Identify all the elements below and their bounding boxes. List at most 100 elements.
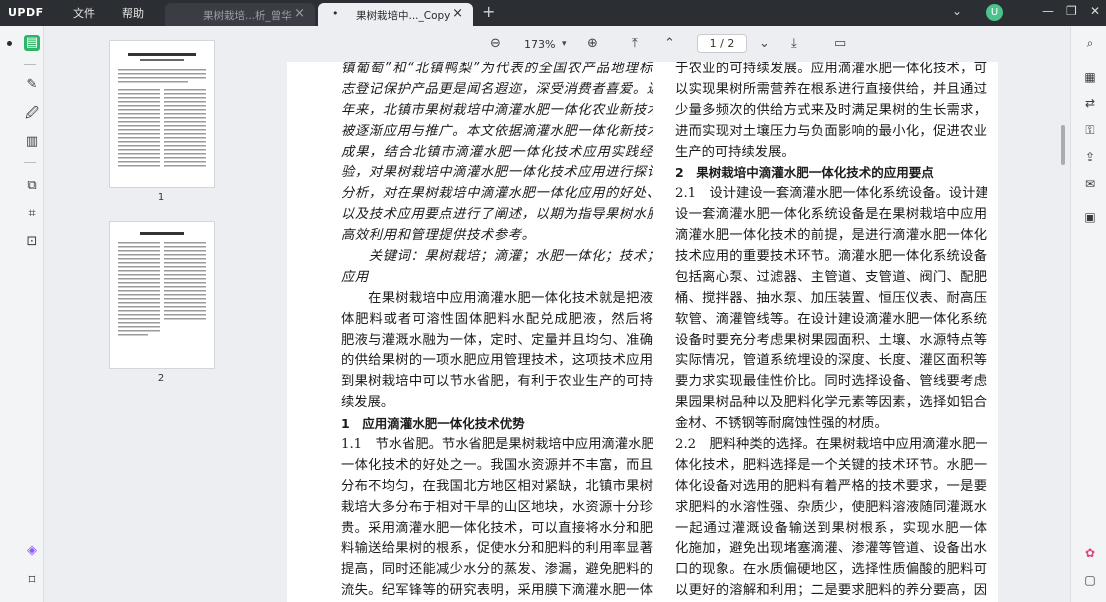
thumbnail-page-2-preview	[118, 232, 206, 336]
tab-label: 果树栽培中..._Copy	[356, 10, 451, 22]
new-tab-plus-icon[interactable]: +	[482, 2, 495, 21]
text-line: 分布不均匀，在我国北方地区相对紧缺，北镇市果树	[341, 478, 653, 494]
thumbnail-page-2[interactable]	[110, 222, 214, 368]
text-line: 贵。采用滴灌水肥一体化技术，可以直接将水分和肥	[341, 520, 653, 536]
text-line: 以实现果树所需营养在根系进行直接供给，并且通过	[675, 81, 987, 97]
title-bar: UPDF 文件 帮助 果树栽培...析_曾华 × • 果树栽培中..._Copy…	[0, 0, 1106, 26]
text-line: 以及技术应用要点进行了阐述，以期为指导果树水肥	[341, 207, 653, 223]
text-line: 2.1 设计建设一套滴灌水肥一体化系统设备。设计建	[675, 186, 987, 202]
text-line: 体肥料或者可溶性固体肥料水配兑成肥液，然后将	[341, 311, 653, 327]
page-number-input[interactable]: 1 / 2	[697, 34, 747, 53]
text-line: 软管、滴灌管线等。在设计建设滴灌水肥一体化系统	[675, 311, 987, 327]
minimize-icon[interactable]: —	[1042, 4, 1054, 18]
chat-icon[interactable]: ▢	[1083, 573, 1097, 587]
text-line: 技术应用的重要技术环节。滴灌水肥一体化系统设备	[675, 249, 987, 265]
text-line: 一体化技术的好处之一。我国水资源并不丰富，而且	[341, 457, 653, 473]
crop-icon[interactable]: ⌗	[24, 206, 40, 222]
bookmark-icon[interactable]: ⌑	[24, 573, 40, 589]
zoom-dropdown-icon[interactable]: ▾	[562, 39, 567, 49]
reader-icon[interactable]: ▤	[24, 35, 40, 51]
text-line: 果园果树品种以及肥料化学元素等因素，选择如铝合	[675, 395, 987, 411]
text-line: 镇葡萄”和“北镇鸭梨”为代表的全国农产品地理标	[341, 62, 653, 76]
restore-icon[interactable]: ❐	[1066, 4, 1077, 18]
text-line: 的供给果树的一项水肥应用管理技术，这项技术应用	[341, 353, 653, 369]
zoom-out-icon[interactable]: ⊖	[490, 36, 501, 51]
presentation-icon[interactable]: ▭	[834, 36, 846, 51]
text-line: 流失。纪军锋等的研究表明，采用膜下滴灌水肥一体	[341, 583, 653, 599]
search-icon[interactable]: ⌕	[1083, 36, 1097, 50]
text-line: 关键词：果树栽培；滴灌；水肥一体化；技术；	[341, 249, 653, 265]
ocr-icon[interactable]: ▦	[1083, 70, 1097, 84]
document-page: 镇葡萄”和“北镇鸭梨”为代表的全国农产品地理标 志登记保护产品更是闻名遐迩，深受消…	[287, 62, 998, 602]
last-page-icon[interactable]: ⤓	[791, 36, 797, 51]
text-line: 到果树栽培中可以节水省肥，有利于农业生产的可持	[341, 374, 653, 390]
text-line: 以更好的溶解和利用；二是要求肥料的养分要高，因	[675, 583, 987, 599]
text-line: 料输送给果树的根系，促使水分和肥料的利用率显著	[341, 541, 653, 557]
text-line: 设一套滴灌水肥一体化系统设备是在果树栽培中应用	[675, 207, 987, 223]
edit-pdf-icon[interactable]: 🖉	[24, 106, 40, 122]
app-logo[interactable]: UPDF	[8, 6, 44, 19]
text-line: 栽培大多分布于相对干旱的山区地块，水资源十分珍	[341, 499, 653, 515]
previous-page-icon[interactable]: ⌃	[664, 36, 675, 51]
share-icon[interactable]: ⇪	[1083, 150, 1097, 164]
logo-text: UPDF	[8, 6, 44, 19]
panel-indicator-icon	[7, 41, 12, 46]
section-heading: 2 果树栽培中滴灌水肥一体化技术的应用要点	[675, 165, 934, 181]
thumbnail-label: 1	[157, 192, 165, 203]
ai-assistant-icon[interactable]: ◈	[24, 543, 40, 559]
next-page-icon[interactable]: ⌄	[759, 36, 770, 51]
text-line: 体化技术，肥料选择是一个关键的技术环节。水肥一	[675, 457, 987, 473]
text-line: 续发展。	[341, 395, 395, 411]
text-line: 成果，结合北镇市滴灌水肥一体化技术应用实践经	[341, 144, 653, 160]
left-text-column: 镇葡萄”和“北镇鸭梨”为代表的全国农产品地理标 志登记保护产品更是闻名遐迩，深受消…	[341, 62, 653, 602]
text-line: 体化设备对选用的肥料有着严格的技术要求，一是要	[675, 478, 987, 494]
text-line: 实际情况，管道系统埋设的深度、长度、灌区面积等	[675, 353, 987, 369]
tools-icon[interactable]: ⊡	[24, 234, 40, 250]
text-line: 高效利用和管理提供技术参考。	[341, 228, 536, 244]
first-page-icon[interactable]: ⤒	[632, 36, 638, 51]
text-line: 1.1 节水省肥。节水省肥是果树栽培中应用滴灌水肥	[341, 437, 653, 453]
text-line: 桶、搅拌器、抽水泵、加压装置、恒压仪表、耐高压	[675, 290, 987, 306]
right-text-column: 于农业的可持续发展。应用滴灌水肥一体化技术，可 以实现果树所需营养在根系进行直接供…	[675, 62, 987, 602]
apps-icon[interactable]: ✿	[1083, 546, 1097, 560]
thumbnail-page-1-preview	[118, 53, 206, 167]
text-line: 求肥料的水溶性强、杂质少，使肥料溶液随同灌溉水	[675, 499, 987, 515]
tab-document-1[interactable]: 果树栽培...析_曾华 ×	[165, 3, 315, 26]
right-tool-sidebar: ⌕ ▦ ⇄ ⚿ ⇪ ✉ ▣ ✿ ▢	[1070, 26, 1106, 602]
organize-pages-icon[interactable]: ⧉	[24, 178, 40, 194]
divider	[24, 162, 36, 163]
thumbnail-page-1[interactable]	[110, 41, 214, 187]
thumbnail-label: 2	[157, 373, 165, 384]
zoom-in-icon[interactable]: ⊕	[587, 36, 598, 51]
tab-document-2[interactable]: • 果树栽培中..._Copy ×	[318, 3, 473, 26]
text-line: 志登记保护产品更是闻名遐迩，深受消费者喜爱。近	[341, 81, 653, 97]
text-line: 生产的可持续发展。	[675, 144, 795, 160]
close-icon[interactable]: ×	[452, 6, 463, 21]
avatar[interactable]: U	[986, 4, 1003, 21]
text-line: 一起通过灌溉设备输送到果树根系，实现水肥一体	[675, 520, 987, 536]
text-line: 设备时要充分考虑果树果园面积、土壤、水源特点等	[675, 332, 987, 348]
zoom-level[interactable]: 173%	[524, 38, 555, 51]
save-icon[interactable]: ▣	[1083, 210, 1097, 224]
close-icon[interactable]: ×	[294, 6, 305, 21]
close-window-icon[interactable]: ✕	[1090, 4, 1100, 18]
text-line: 在果树栽培中应用滴灌水肥一体化技术就是把液	[341, 290, 653, 306]
text-line: 滴灌水肥一体化技术的前提，是进行滴灌水肥一体化	[675, 228, 987, 244]
menu-help[interactable]: 帮助	[122, 5, 144, 21]
comment-icon[interactable]: ✎	[24, 77, 40, 93]
text-line: 提高，同时还能减少水分的蒸发、渗漏，避免肥料的	[341, 562, 653, 578]
protect-icon[interactable]: ⚿	[1083, 123, 1097, 137]
text-line: 进而实现对土壤压力与负面影响的最小化，促进农业	[675, 123, 987, 139]
view-toolbar: ⊖ 173% ▾ ⊕ ⤒ ⌃ 1 / 2 ⌄ ⤓ ▭	[284, 26, 1070, 62]
email-icon[interactable]: ✉	[1083, 177, 1097, 191]
convert-icon[interactable]: ⇄	[1083, 96, 1097, 110]
text-line: 应用	[341, 269, 369, 285]
text-line: 年来，北镇市果树栽培中滴灌水肥一体化农业新技术	[341, 102, 653, 118]
text-line: 包括离心泵、过滤器、主管道、支管道、阀门、配肥	[675, 269, 987, 285]
vertical-scrollbar[interactable]	[1061, 125, 1065, 165]
left-tool-sidebar: ▤ ✎ 🖉 ▥ ⧉ ⌗ ⊡ ◈ ⌑	[0, 26, 44, 602]
page-layout-icon[interactable]: ▥	[24, 134, 40, 150]
chevron-down-icon[interactable]: ⌄	[952, 4, 962, 18]
thumbnail-panel: 1 2	[44, 26, 284, 602]
menu-file[interactable]: 文件	[73, 5, 95, 21]
